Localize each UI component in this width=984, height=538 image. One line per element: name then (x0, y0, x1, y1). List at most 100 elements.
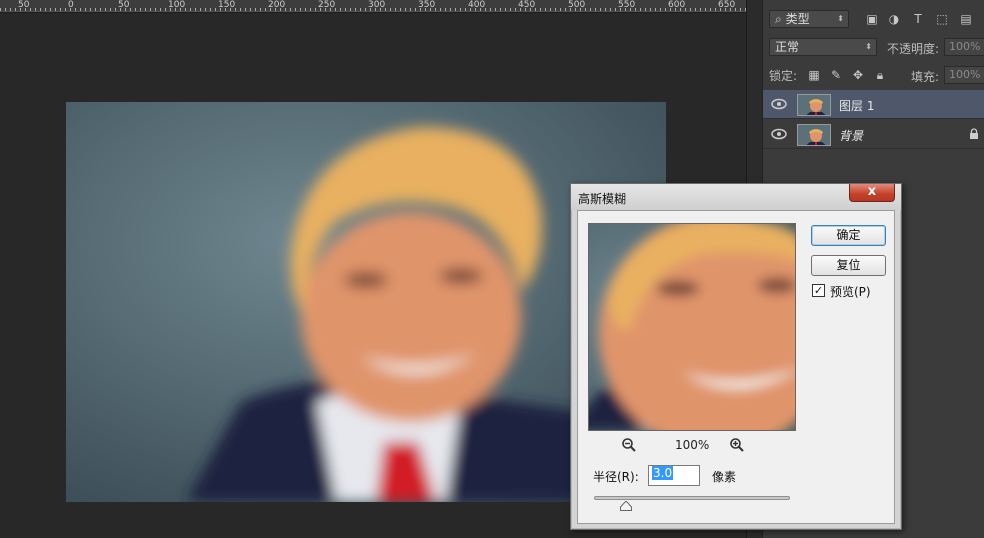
filter-preview-image[interactable] (588, 223, 796, 431)
ruler-label: 600 (668, 0, 686, 10)
ruler-tick (210, 8, 211, 11)
smart-object-filter-icon[interactable]: ▤ (959, 12, 973, 26)
radius-slider-track[interactable] (594, 496, 790, 500)
layer-filter-select[interactable]: ⌕ 类型 ⬍ (769, 10, 849, 28)
zoom-level: 100% (675, 438, 710, 452)
ruler-tick (30, 8, 31, 11)
type-filter-icon[interactable]: T (911, 12, 925, 26)
ruler-tick (660, 8, 661, 11)
ruler-label: 350 (418, 0, 436, 10)
radius-slider-thumb[interactable] (620, 501, 632, 511)
reset-button[interactable]: 复位 (811, 255, 886, 276)
ruler-tick (5, 8, 6, 11)
ruler-tick (550, 8, 551, 11)
ruler-tick (390, 8, 391, 11)
lock-position-icon[interactable]: ✥ (851, 68, 865, 82)
lock-label: 锁定: (769, 69, 798, 83)
ruler-tick (290, 8, 291, 11)
ruler-tick (265, 8, 266, 11)
image-filter-icon[interactable]: ▣ (865, 12, 879, 26)
layer-name: 背景 (839, 129, 864, 143)
opacity-field[interactable]: 100% (944, 38, 984, 56)
ruler-tick (105, 8, 106, 11)
ruler-tick (590, 8, 591, 11)
ruler-tick (395, 8, 396, 11)
lock-transparent-pixels-icon[interactable]: ▦ (807, 68, 821, 82)
ruler-label: 250 (318, 0, 336, 10)
ruler-tick (565, 8, 566, 11)
ruler-label: 50 (18, 0, 30, 10)
ruler-label: 650 (718, 0, 736, 10)
ruler-tick (510, 8, 511, 11)
chevron-updown-icon: ⬍ (865, 42, 872, 51)
ruler-tick (700, 8, 701, 11)
radius-input-value: 3.0 (652, 466, 674, 480)
radius-label: 半径(R): (593, 470, 639, 484)
layer-row-layer1[interactable]: 图层 1 (763, 90, 984, 119)
visibility-eye-icon[interactable] (771, 98, 787, 110)
ruler-tick (655, 8, 656, 11)
adjustment-filter-icon[interactable]: ◑ (887, 12, 901, 26)
ruler-tick (345, 8, 346, 11)
fill-label: 填充: (911, 70, 940, 84)
ruler-label: 150 (218, 0, 236, 10)
ruler-tick (650, 8, 651, 11)
ruler-tick (350, 8, 351, 11)
ruler-tick (540, 8, 541, 11)
radius-unit-label: 像素 (712, 470, 737, 484)
ruler-tick (610, 8, 611, 11)
ruler-tick (505, 8, 506, 11)
ruler-tick (465, 8, 466, 11)
ruler-tick (355, 8, 356, 11)
dialog-body: 100% 确定 复位 ✓ 预览(P) 半径(R): 3.0 像素 (577, 210, 895, 524)
ruler-label: 400 (468, 0, 486, 10)
close-button[interactable]: x (849, 184, 895, 202)
ruler-label: 300 (368, 0, 386, 10)
ruler-tick (555, 8, 556, 11)
dialog-title: 高斯模糊 (578, 192, 627, 206)
ruler-tick (295, 8, 296, 11)
ruler-tick (605, 8, 606, 11)
ruler-label: 100 (168, 0, 186, 10)
ruler-tick (135, 8, 136, 11)
shape-filter-icon[interactable]: ⬚ (935, 12, 949, 26)
dialog-titlebar[interactable]: 高斯模糊 x (571, 184, 901, 210)
visibility-eye-icon[interactable] (771, 128, 787, 140)
ruler-tick (165, 8, 166, 11)
ruler-label: 450 (518, 0, 536, 10)
ruler-tick (645, 8, 646, 11)
ruler-tick (95, 8, 96, 11)
ruler-tick (415, 8, 416, 11)
ruler-tick (50, 8, 51, 11)
ruler-tick (695, 8, 696, 11)
search-icon: ⌕ (775, 12, 782, 26)
lock-image-pixels-icon[interactable]: ✎ (829, 68, 843, 82)
ok-button[interactable]: 确定 (811, 225, 886, 246)
preview-checkbox[interactable]: ✓ (812, 284, 825, 297)
ruler-tick (300, 8, 301, 11)
ruler-tick (145, 8, 146, 11)
chevron-updown-icon: ⬍ (837, 14, 844, 23)
ruler-label: 550 (618, 0, 636, 10)
blend-mode-select[interactable]: 正常 ⬍ (769, 38, 877, 56)
opacity-label: 不透明度: (887, 42, 940, 56)
ruler-tick (85, 8, 86, 11)
lock-icon (970, 128, 978, 139)
layer-row-background[interactable]: 背景 (763, 120, 984, 149)
ruler-tick (740, 8, 741, 11)
ruler-tick (400, 8, 401, 11)
ruler-tick (260, 8, 261, 11)
radius-input[interactable]: 3.0 (648, 465, 700, 486)
zoom-out-icon[interactable] (621, 437, 637, 453)
ruler-label: 200 (268, 0, 286, 10)
ruler-tick (460, 8, 461, 11)
ruler-tick (0, 8, 1, 11)
gaussian-blur-dialog: 高斯模糊 x 100% 确定 复位 ✓ 预览(P) 半径(R): 3.0 像素 (570, 183, 902, 530)
ruler-tick (90, 8, 91, 11)
ruler-tick (595, 8, 596, 11)
fill-field[interactable]: 100% (944, 66, 984, 84)
ruler-tick (75, 8, 76, 11)
lock-all-icon[interactable]: 🔒︎ (873, 68, 887, 82)
zoom-in-icon[interactable] (729, 437, 745, 453)
layer-name: 图层 1 (839, 99, 875, 113)
